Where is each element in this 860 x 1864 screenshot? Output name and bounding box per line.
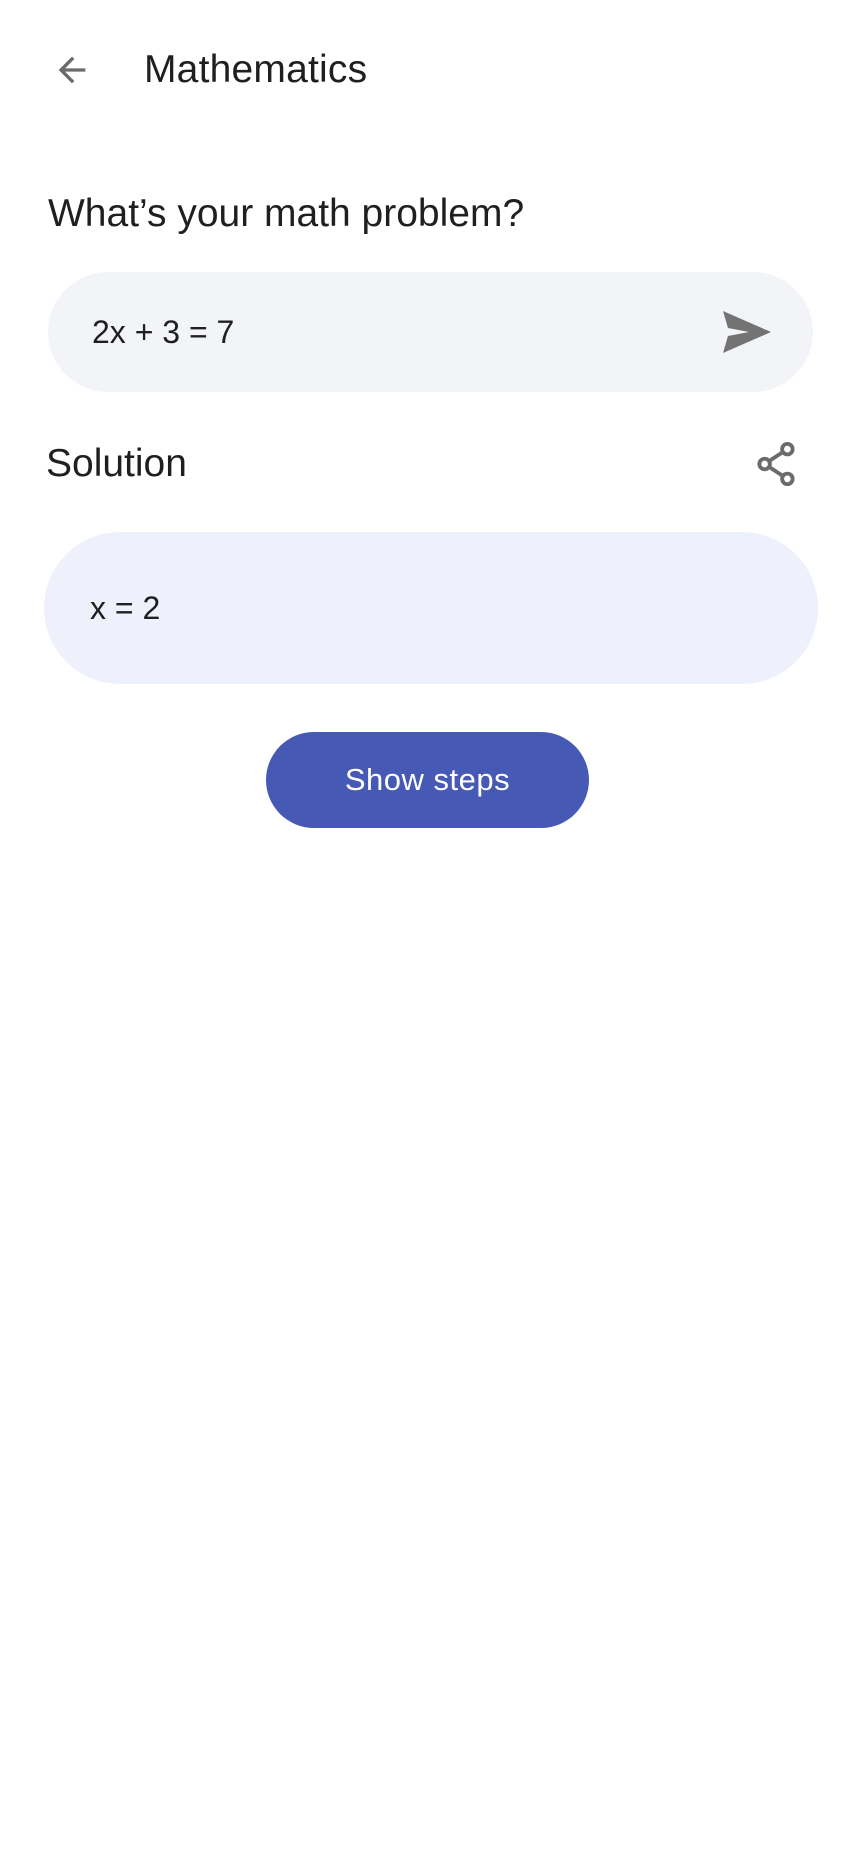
back-button[interactable] bbox=[38, 36, 106, 104]
problem-prompt-label: What’s your math problem? bbox=[48, 192, 525, 235]
send-icon bbox=[723, 311, 771, 353]
show-steps-button[interactable]: Show steps bbox=[266, 732, 589, 828]
arrow-back-icon bbox=[58, 56, 86, 84]
solution-result: x = 2 bbox=[90, 590, 161, 626]
app-bar: Mathematics bbox=[0, 0, 860, 146]
page-title: Mathematics bbox=[144, 48, 368, 91]
share-icon bbox=[757, 441, 795, 487]
send-button[interactable] bbox=[717, 302, 777, 362]
problem-input-container bbox=[48, 272, 813, 392]
problem-input[interactable] bbox=[92, 272, 692, 392]
solution-card: x = 2 bbox=[44, 532, 818, 684]
share-button[interactable] bbox=[748, 434, 804, 494]
solution-heading: Solution bbox=[46, 442, 187, 485]
